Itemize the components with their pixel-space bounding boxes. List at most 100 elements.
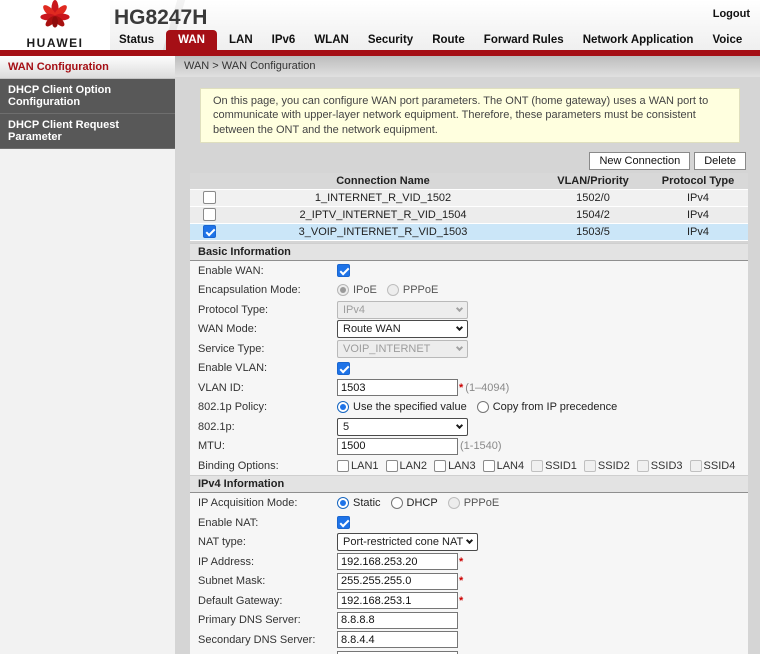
protocol-type: IPv4 [648,226,748,238]
logout-link[interactable]: Logout [713,8,750,20]
table-row: 1_INTERNET_R_VID_1502 1502/0 IPv4 [190,190,748,207]
default-gateway-label: Default Gateway: [198,595,337,607]
service-type-select[interactable]: VOIP_INTERNET [337,340,468,358]
breadcrumb: WAN > WAN Configuration [175,56,760,77]
pppoe-radio[interactable] [387,284,399,296]
table-row: 2_IPTV_INTERNET_R_VID_1504 1504/2 IPv4 [190,207,748,224]
lan3-label: LAN3 [448,460,476,472]
column-vlan-priority: VLAN/Priority [538,175,648,187]
enable-vlan-checkbox[interactable] [337,362,350,375]
service-type-label: Service Type: [198,343,337,355]
tab-lan[interactable]: LAN [222,30,260,50]
tab-status[interactable]: Status [112,30,161,50]
ssid3-label: SSID3 [651,460,683,472]
ipoe-radio[interactable] [337,284,349,296]
subnet-mask-label: Subnet Mask: [198,575,337,587]
row-checkbox[interactable] [203,191,216,204]
required-asterisk: * [459,575,463,587]
sidebar: WAN Configuration DHCP Client Option Con… [0,56,175,654]
enable-wan-label: Enable WAN: [198,265,337,277]
tab-security[interactable]: Security [361,30,420,50]
vlan-priority: 1503/5 [538,226,648,238]
ssid4-checkbox[interactable] [690,460,702,472]
default-gateway-input[interactable] [337,592,458,609]
protocol-type-label: Protocol Type: [198,304,337,316]
secondary-dns-input[interactable] [337,631,458,648]
tab-ipv6[interactable]: IPv6 [265,30,303,50]
tab-forward-rules[interactable]: Forward Rules [477,30,571,50]
mtu-input[interactable] [337,438,458,455]
chevron-down-icon [456,324,463,331]
tab-route[interactable]: Route [425,30,472,50]
specified-value-radio-label: Use the specified value [353,401,467,413]
nat-type-label: NAT type: [198,536,337,548]
ssid1-checkbox[interactable] [531,460,543,472]
lan1-label: LAN1 [351,460,379,472]
sidebar-item-dhcp-client-option[interactable]: DHCP Client Option Configuration [0,79,175,114]
lan2-label: LAN2 [400,460,428,472]
tab-network-application[interactable]: Network Application [576,30,701,50]
connection-table: Connection Name VLAN/Priority Protocol T… [190,173,748,241]
huawei-logo: HUAWEI [0,0,110,50]
ssid4-label: SSID4 [704,460,736,472]
lan2-checkbox[interactable] [386,460,398,472]
primary-dns-label: Primary DNS Server: [198,614,337,626]
vlan-id-input[interactable] [337,379,458,396]
tab-wlan[interactable]: WLAN [307,30,356,50]
multicast-vlan-id-input[interactable] [337,651,458,654]
connection-name: 1_INTERNET_R_VID_1502 [228,192,538,204]
sidebar-item-wan-configuration[interactable]: WAN Configuration [0,56,175,79]
primary-dns-input[interactable] [337,612,458,629]
required-asterisk: * [459,556,463,568]
new-connection-button[interactable]: New Connection [589,152,690,170]
tab-wan[interactable]: WAN [166,30,217,50]
specified-value-radio[interactable] [337,401,349,413]
ssid1-label: SSID1 [545,460,577,472]
page-description: On this page, you can configure WAN port… [200,88,740,143]
ip-address-input[interactable] [337,553,458,570]
chevron-down-icon [466,537,473,544]
mtu-range-hint: (1-1540) [460,440,502,452]
ssid2-checkbox[interactable] [584,460,596,472]
copy-ip-precedence-radio[interactable] [477,401,489,413]
pppoe-ipv4-radio-label: PPPoE [464,497,499,509]
row-checkbox[interactable] [203,208,216,221]
vlan-id-label: VLAN ID: [198,382,337,394]
column-connection-name: Connection Name [228,175,538,187]
subnet-mask-input[interactable] [337,573,458,590]
chevron-down-icon [456,344,463,351]
main-nav: Status WAN LAN IPv6 WLAN Security Route … [112,30,760,50]
basic-information-header: Basic Information [190,243,748,261]
protocol-type: IPv4 [648,192,748,204]
wan-mode-select[interactable]: Route WAN [337,320,468,338]
protocol-type-select[interactable]: IPv4 [337,301,468,319]
vlan-id-range-hint: (1–4094) [465,382,509,394]
enable-nat-checkbox[interactable] [337,516,350,529]
enable-wan-checkbox[interactable] [337,264,350,277]
static-radio[interactable] [337,497,349,509]
secondary-dns-label: Secondary DNS Server: [198,634,337,646]
pppoe-ipv4-radio[interactable] [448,497,460,509]
wan-form: Basic Information Enable WAN: Encapsulat… [190,243,748,654]
pppoe-radio-label: PPPoE [403,284,438,296]
dhcp-radio-label: DHCP [407,497,438,509]
required-asterisk: * [459,382,463,394]
row-checkbox[interactable] [203,225,216,238]
nat-type-select[interactable]: Port-restricted cone NAT [337,533,478,551]
tab-system-tools[interactable]: System Tools [754,30,760,50]
lan1-checkbox[interactable] [337,460,349,472]
lan3-checkbox[interactable] [434,460,446,472]
delete-button[interactable]: Delete [694,152,746,170]
ssid3-checkbox[interactable] [637,460,649,472]
8021p-select[interactable]: 5 [337,418,468,436]
lan4-checkbox[interactable] [483,460,495,472]
sidebar-item-dhcp-client-request[interactable]: DHCP Client Request Parameter [0,114,175,149]
8021p-label: 802.1p: [198,421,337,433]
tab-voice[interactable]: Voice [705,30,749,50]
dhcp-radio[interactable] [391,497,403,509]
mtu-label: MTU: [198,440,337,452]
connection-name: 2_IPTV_INTERNET_R_VID_1504 [228,209,538,221]
header: HUAWEI HG8247H Logout Status WAN LAN IPv… [0,0,760,50]
required-asterisk: * [459,595,463,607]
chevron-down-icon [456,305,463,312]
